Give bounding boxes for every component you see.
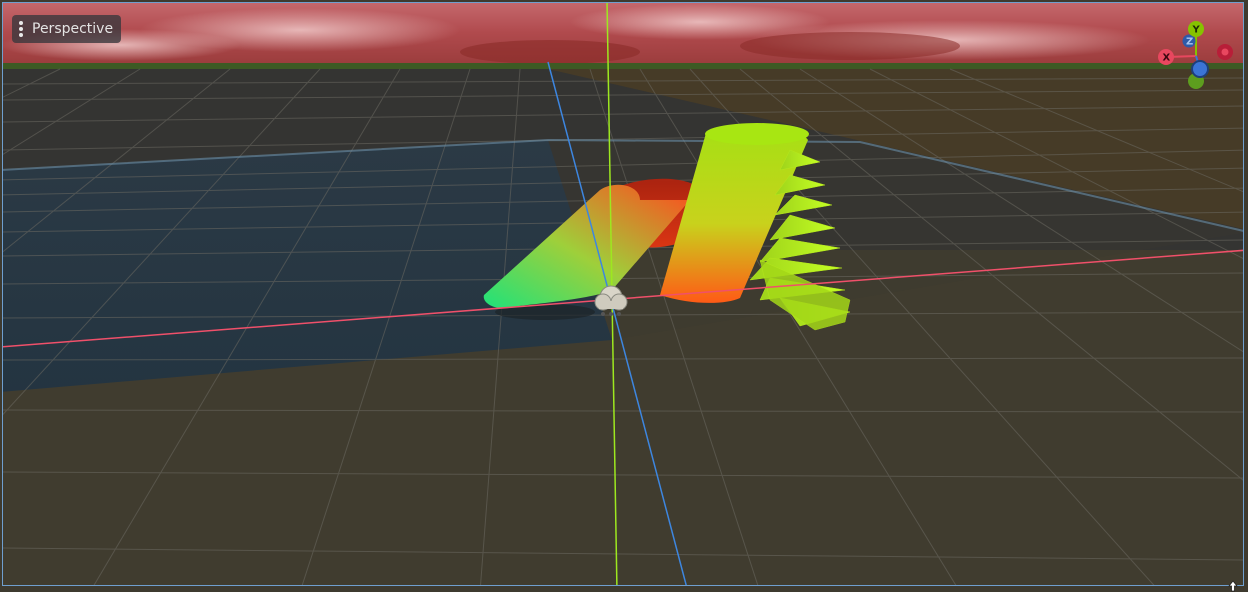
orientation-gizmo[interactable]: Z Y X bbox=[1150, 14, 1240, 94]
light-gizmo-icon[interactable] bbox=[591, 281, 631, 319]
z-axis-icon[interactable] bbox=[1191, 60, 1209, 78]
3d-viewport[interactable]: Perspective Z Y X bbox=[0, 0, 1248, 592]
svg-text:X: X bbox=[1163, 53, 1171, 64]
kebab-vertical-icon bbox=[18, 21, 24, 37]
svg-text:Y: Y bbox=[1192, 25, 1201, 36]
svg-text:Z: Z bbox=[1186, 37, 1193, 48]
resize-cursor-icon bbox=[1228, 580, 1238, 592]
view-menu-button[interactable]: Perspective bbox=[12, 15, 122, 43]
view-menu-label: Perspective bbox=[32, 21, 114, 37]
